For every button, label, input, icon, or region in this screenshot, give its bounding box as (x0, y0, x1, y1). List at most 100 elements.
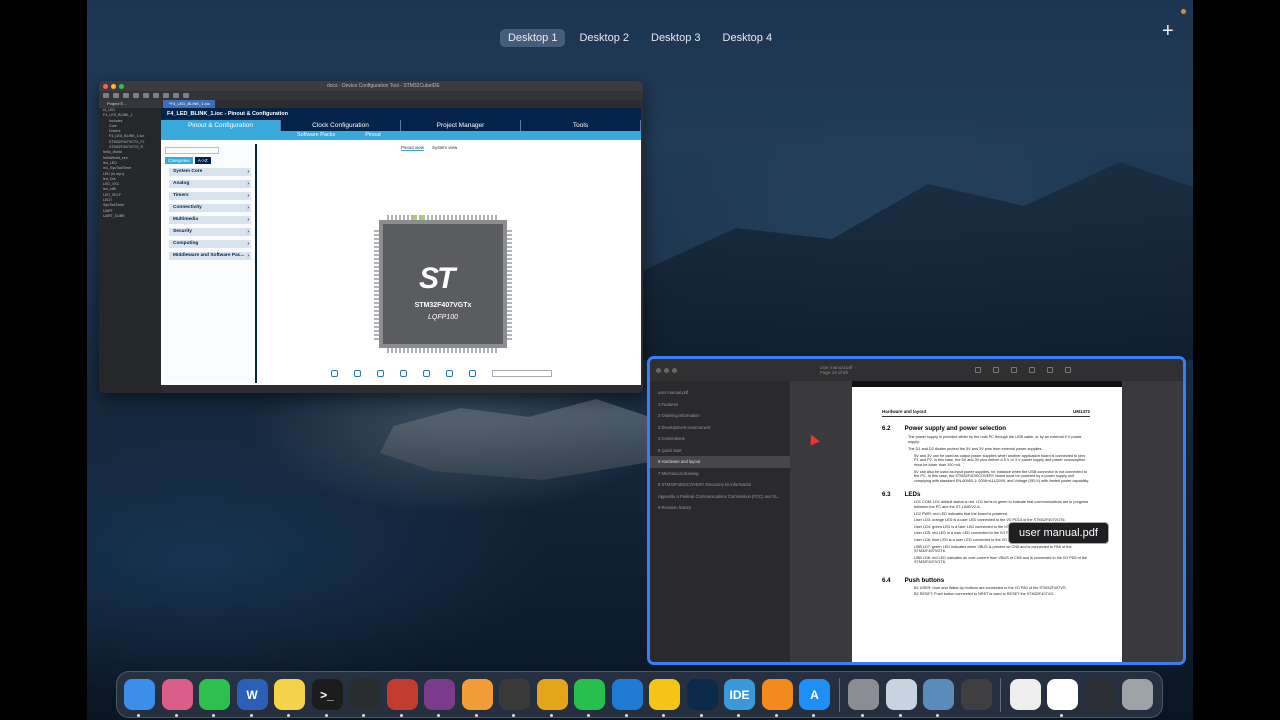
facetime-icon[interactable] (199, 679, 230, 717)
downloads-folder-icon[interactable] (1047, 679, 1078, 717)
zoom-out-icon[interactable] (377, 370, 384, 377)
share-icon[interactable] (1029, 367, 1036, 373)
search-icon[interactable] (163, 93, 169, 98)
tab-a-z[interactable]: A->Z (194, 157, 211, 164)
mcu-chip[interactable]: ST STM32F407VGTx LQFP100 (374, 215, 512, 353)
fit-view-icon[interactable] (354, 370, 361, 377)
toc-item[interactable]: 2 Ordering information (650, 410, 790, 422)
zoom-in-icon[interactable] (331, 370, 338, 377)
category-analog[interactable]: Analog (169, 180, 251, 188)
stop-icon[interactable] (153, 93, 159, 98)
activity-monitor-icon[interactable] (349, 679, 380, 717)
toc-item[interactable]: 1 Features (650, 399, 790, 411)
davinci-icon[interactable] (499, 679, 530, 717)
preview-icon[interactable] (885, 679, 917, 717)
markup-icon[interactable] (1047, 367, 1054, 373)
pinout-menu[interactable]: Pinout (365, 131, 381, 140)
tab-pinout-view[interactable]: Pinout view (401, 145, 425, 151)
category-timers[interactable]: Timers (169, 192, 251, 200)
cyberghost-icon[interactable] (649, 679, 680, 717)
pin-search-field[interactable] (492, 370, 552, 377)
category-system-core[interactable]: System Core (169, 168, 251, 176)
pdf-tool-icon[interactable] (386, 679, 418, 717)
quicktime-icon[interactable] (923, 679, 954, 717)
tab-pinout-configuration[interactable]: Pinout & Configuration (161, 120, 281, 131)
close-window-icon[interactable] (103, 83, 108, 89)
stm32cubeide-icon[interactable]: IDE (724, 679, 755, 717)
sublime-icon[interactable] (761, 679, 793, 717)
tab-categories[interactable]: Categories (165, 157, 193, 164)
zoom-in-icon[interactable] (1011, 367, 1018, 373)
word-icon[interactable]: W (236, 679, 268, 717)
category-middleware[interactable]: Middleware and Software Pac... (169, 252, 251, 260)
split-view-icon[interactable] (446, 370, 453, 377)
grid-icon[interactable] (469, 370, 476, 377)
zoom-window-icon[interactable] (119, 83, 124, 89)
system-preferences-icon[interactable] (848, 679, 879, 717)
zoom-out-icon[interactable] (993, 367, 1000, 373)
image-icon[interactable] (423, 370, 430, 377)
toc-item[interactable]: 5 Quick start (650, 445, 790, 457)
winrar-icon[interactable] (424, 679, 455, 717)
build-icon[interactable] (123, 93, 129, 98)
run-icon[interactable] (143, 93, 149, 98)
preview-pdf-window[interactable]: user manual.pdf Page 19 of 50 user manua… (647, 356, 1186, 665)
space-desktop-1[interactable]: Desktop 1 (499, 29, 566, 47)
zoom-window-icon[interactable] (672, 367, 677, 373)
toc-item[interactable]: 9 Revision history (650, 502, 790, 514)
back-icon[interactable] (173, 93, 179, 98)
appstore-icon[interactable]: A (799, 679, 830, 717)
search-icon[interactable] (1065, 367, 1072, 373)
category-multimedia[interactable]: Multimedia (169, 216, 251, 224)
toc-item[interactable]: 3 Development environment (650, 422, 790, 434)
terminal-icon[interactable]: >_ (311, 679, 343, 717)
editor-tab-ioc[interactable]: *F4_LED_BLINK_1.ioc (163, 100, 215, 108)
category-connectivity[interactable]: Connectivity (169, 204, 251, 212)
configured-pin[interactable] (421, 215, 425, 220)
software-packs-menu[interactable]: Software Packs (297, 131, 335, 140)
toc-item[interactable]: user manual.pdf (650, 387, 790, 399)
debug-icon[interactable] (133, 93, 139, 98)
toc-item[interactable]: 4 Conventions (650, 433, 790, 445)
categories-panel: Categories A->Z System Core Analog Timer… (163, 144, 257, 383)
category-security[interactable]: Security (169, 228, 251, 236)
minimize-window-icon[interactable] (111, 83, 116, 89)
finder-icon[interactable] (124, 679, 155, 717)
new-file-icon[interactable] (103, 93, 109, 98)
toc-item[interactable]: 6 Hardware and layout (650, 456, 790, 468)
stm32cubeide-window[interactable]: docs - Device Configuration Tool - STM32… (99, 81, 643, 393)
space-desktop-4[interactable]: Desktop 4 (715, 29, 781, 47)
project-tree-item[interactable]: UART_CUBE (99, 214, 161, 219)
tab-project-manager[interactable]: Project Manager (401, 120, 521, 131)
tab-system-view[interactable]: System view (432, 145, 457, 151)
chrome-icon[interactable] (536, 679, 568, 717)
toc-item[interactable]: 8 STM32F4DISCOVERY Discovery kit informa… (650, 479, 790, 491)
close-window-icon[interactable] (656, 367, 661, 373)
info-icon[interactable] (975, 367, 982, 373)
configured-pin[interactable] (413, 215, 417, 220)
save-icon[interactable] (113, 93, 119, 98)
category-search-input[interactable] (165, 147, 219, 154)
launchpad-icon[interactable] (161, 679, 193, 717)
tab-clock-configuration[interactable]: Clock Configuration (281, 120, 401, 131)
toc-item[interactable]: 7 Mechanical drawing (650, 468, 790, 480)
category-computing[interactable]: Computing (169, 240, 251, 248)
document-icon[interactable] (1009, 679, 1041, 710)
screen-recording-icon[interactable] (1084, 679, 1116, 710)
forward-icon[interactable] (183, 93, 189, 98)
space-desktop-3[interactable]: Desktop 3 (643, 29, 709, 47)
notes-icon[interactable] (274, 679, 305, 717)
vscode-icon[interactable] (611, 679, 643, 717)
space-desktop-2[interactable]: Desktop 2 (571, 29, 637, 47)
project-explorer-tab[interactable]: Project E... (99, 100, 161, 108)
whatsapp-icon[interactable] (574, 679, 605, 717)
photos-icon[interactable] (461, 679, 493, 717)
trash-icon[interactable] (1122, 679, 1153, 710)
calculator-icon[interactable] (960, 679, 992, 710)
cubemx-icon[interactable] (686, 679, 718, 717)
export-icon[interactable] (400, 370, 407, 377)
minimize-window-icon[interactable] (664, 367, 669, 373)
tab-tools[interactable]: Tools (521, 120, 641, 131)
add-space-button[interactable]: + (1162, 20, 1174, 43)
toc-item[interactable]: Appendix A Federal Communications Commis… (650, 491, 790, 503)
